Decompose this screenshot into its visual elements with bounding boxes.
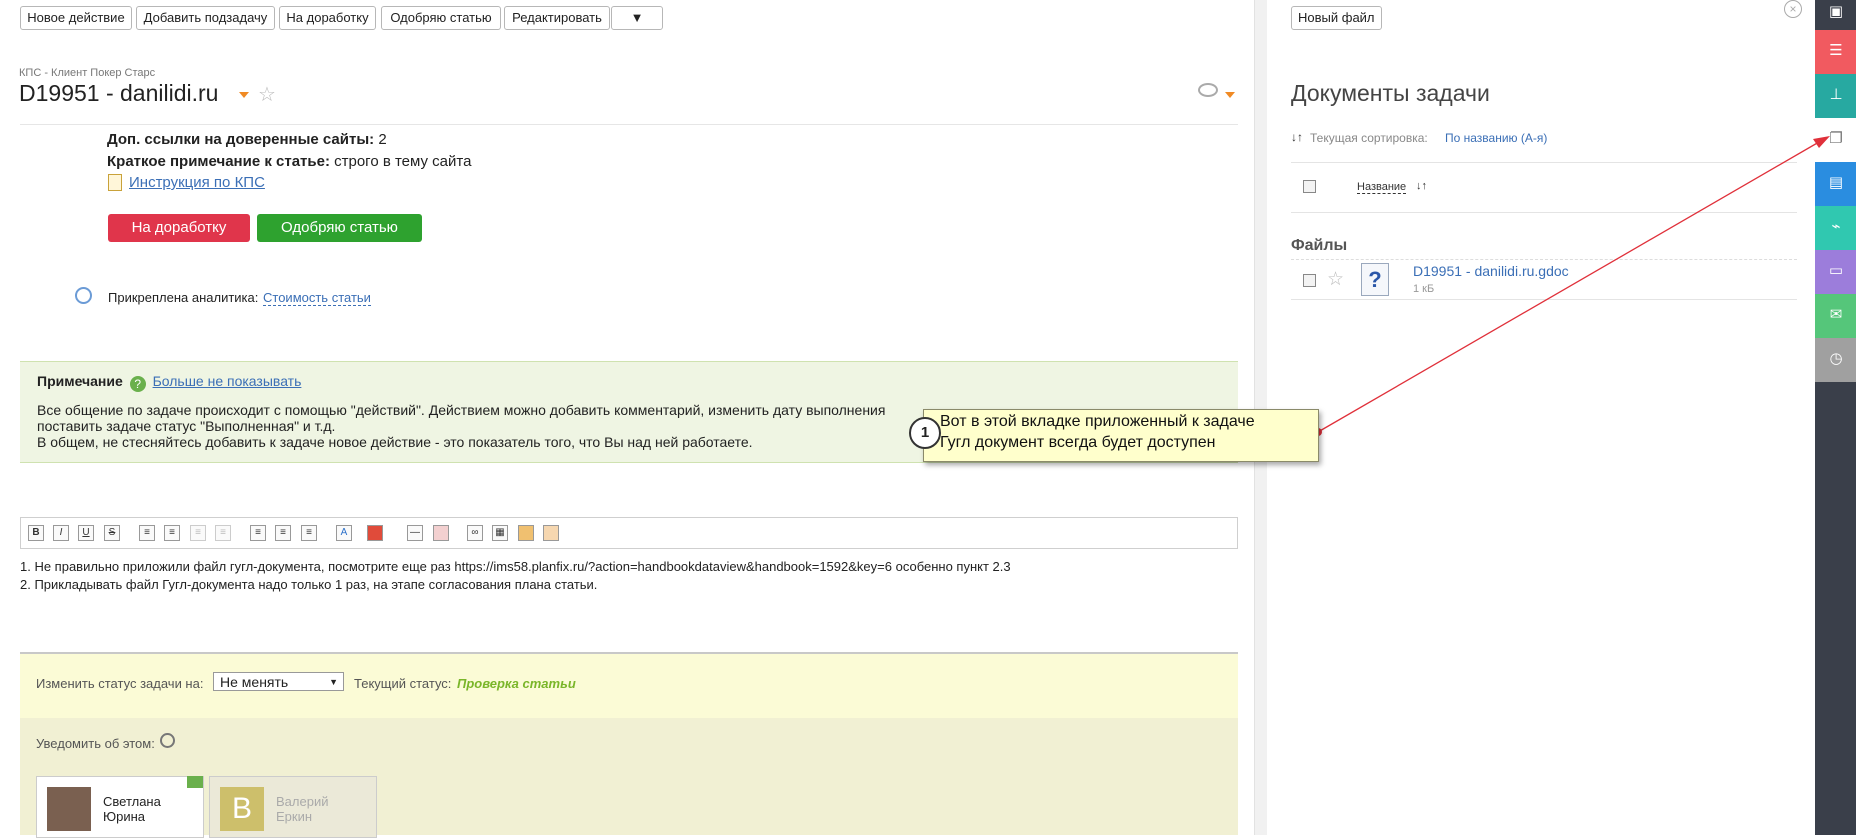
callout-number: 1 [909, 417, 941, 449]
callout-line-1: Вот в этой вкладке приложенный к задаче [940, 413, 1255, 430]
callout-line-2: Гугл документ всегда будет доступен [940, 434, 1216, 451]
annotation-callout: 1 Вот в этой вкладке приложенный к задач… [909, 409, 1319, 462]
